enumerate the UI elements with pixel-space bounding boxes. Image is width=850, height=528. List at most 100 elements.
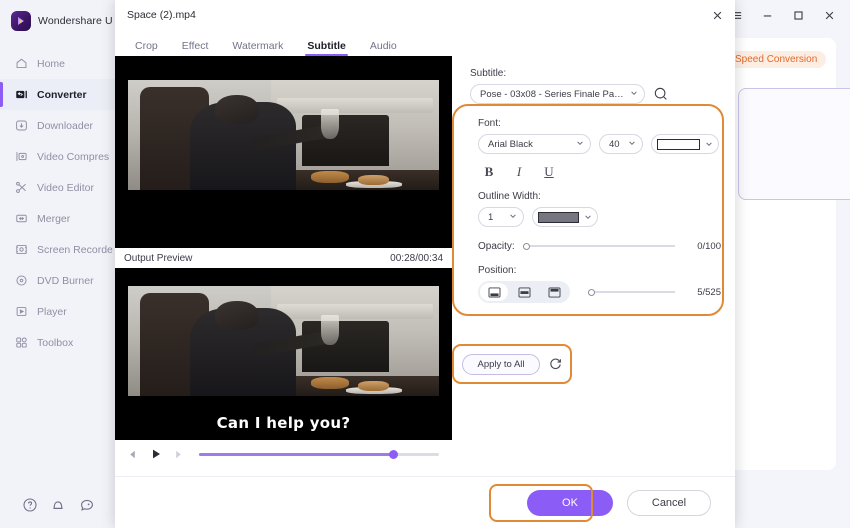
bold-button[interactable]: B [481,164,497,180]
tab-crop[interactable]: Crop [135,40,158,56]
sidebar-item-dvd-burner[interactable]: DVD Burner [0,265,117,296]
sidebar-item-video-compressor[interactable]: Video Compres [0,141,117,172]
feedback-icon[interactable] [79,497,95,513]
converter-icon [14,87,29,102]
italic-button[interactable]: I [511,164,527,180]
outline-width-label: Outline Width: [478,191,541,202]
step-forward-icon[interactable] [170,446,187,463]
preview-timestamp: 00:28/00:34 [390,252,443,264]
font-label: Font: [478,118,501,129]
outline-width-value: 1 [488,211,494,223]
apply-to-all-highlight: Apply to All [452,344,572,384]
player-icon [14,304,29,319]
font-size-value: 40 [609,138,620,150]
outline-row: 1 [478,207,721,227]
opacity-label: Opacity: [478,240,515,252]
sidebar-item-home[interactable]: Home [0,48,117,79]
sidebar-item-label: DVD Burner [37,274,94,287]
outline-width-select[interactable]: 1 [478,207,524,227]
subtitle-file-value: Pose - 03x08 - Series Finale Part 2.WE [480,88,625,100]
record-icon [14,242,29,257]
chevron-down-icon [630,89,638,100]
compress-icon [14,149,29,164]
position-track [588,291,675,293]
sidebar: Wondershare U Home Converter Downloader … [0,0,118,528]
ok-button[interactable]: OK [527,489,613,516]
font-family-select[interactable]: Arial Black [478,134,591,154]
sidebar-item-player[interactable]: Player [0,296,117,327]
bell-icon[interactable] [50,497,66,513]
sidebar-item-toolbox[interactable]: Toolbox [0,327,117,358]
position-knob[interactable] [588,288,595,296]
chevron-down-icon [705,135,713,153]
seek-knob[interactable] [388,449,398,459]
disc-icon [14,273,29,288]
chevron-down-icon [628,139,636,150]
position-label: Position: [478,265,517,276]
cancel-button[interactable]: Cancel [627,489,711,516]
output-preview-label: Output Preview [124,252,193,264]
position-row: 5/525 [478,281,721,303]
step-back-icon[interactable] [124,446,141,463]
position-middle-icon[interactable] [510,283,538,301]
sidebar-item-label: Home [37,57,66,70]
dialog-body: Output Preview 00:28/00:34 Can I help yo… [115,56,735,476]
opacity-row: Opacity: 0/100 [478,240,721,252]
position-bottom-icon[interactable] [480,283,508,301]
opacity-value: 0/100 [697,240,721,252]
reset-icon[interactable] [548,357,563,372]
sidebar-item-label: Merger [37,212,71,225]
position-slider[interactable] [588,286,675,298]
sidebar-item-label: Converter [37,88,87,101]
opacity-slider[interactable] [522,240,675,252]
opacity-knob[interactable] [522,242,530,250]
chevron-down-icon [576,139,584,150]
player-controls [115,440,452,468]
download-icon [14,118,29,133]
tab-watermark[interactable]: Watermark [232,40,283,56]
app-root: Wondershare U Home Converter Downloader … [0,0,850,528]
chevron-down-icon [509,212,517,223]
outline-color-select[interactable] [532,207,598,227]
sidebar-item-converter[interactable]: Converter [0,79,117,110]
close-icon[interactable] [822,8,836,22]
dialog-tabs: Crop Effect Watermark Subtitle Audio [115,30,735,56]
font-size-select[interactable]: 40 [599,134,643,154]
dialog-close-icon[interactable] [709,7,725,23]
sidebar-item-label: Video Compres [37,150,110,163]
background-file-card [738,88,850,200]
play-icon[interactable] [147,446,164,463]
position-button-group [478,281,570,303]
position-value: 5/525 [697,286,721,298]
maximize-icon[interactable] [791,8,805,22]
output-preview-bar: Output Preview 00:28/00:34 [115,248,452,268]
sidebar-item-label: Downloader [37,119,94,132]
search-icon[interactable] [653,86,669,102]
minimize-icon[interactable] [760,8,774,22]
brand: Wondershare U [0,0,117,42]
apply-to-all-button[interactable]: Apply to All [462,353,540,375]
sidebar-item-screen-recorder[interactable]: Screen Recorde [0,234,117,265]
sidebar-item-label: Player [37,305,67,318]
help-icon[interactable] [22,497,38,513]
sidebar-item-merger[interactable]: Merger [0,203,117,234]
subtitle-field-label: Subtitle: [470,68,507,79]
tab-effect[interactable]: Effect [182,40,209,56]
seek-bar[interactable] [199,448,439,460]
outline-color-swatch [538,211,579,223]
font-style-row: B I U [478,164,721,180]
subtitle-overlay-text: Can I help you? [216,414,351,432]
sidebar-item-downloader[interactable]: Downloader [0,110,117,141]
tab-subtitle[interactable]: Subtitle [305,40,348,56]
toolbox-icon [14,335,29,350]
video-frame-image [128,80,439,190]
font-color-select[interactable] [651,134,719,154]
position-top-icon[interactable] [540,283,568,301]
tab-audio[interactable]: Audio [370,40,397,56]
sidebar-item-label: Screen Recorde [37,243,113,256]
font-settings-group: Font: Arial Black 40 B I U Outline Width… [470,118,721,303]
video-frame-image [128,286,439,396]
subtitle-file-select[interactable]: Pose - 03x08 - Series Finale Part 2.WE [470,84,645,104]
underline-button[interactable]: U [541,164,557,180]
sidebar-item-video-editor[interactable]: Video Editor [0,172,117,203]
